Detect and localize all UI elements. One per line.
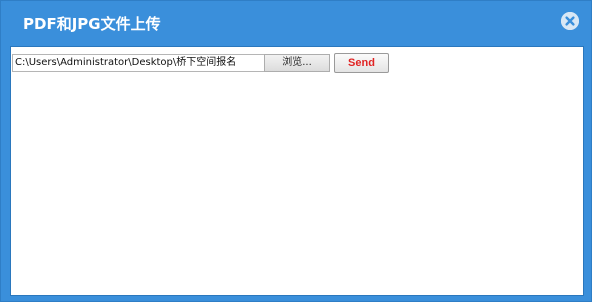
browse-button[interactable]: 浏览... bbox=[264, 54, 330, 72]
file-path-field[interactable]: C:\Users\Administrator\Desktop\桥下空间报名 bbox=[12, 54, 264, 72]
send-button[interactable]: Send bbox=[334, 53, 389, 73]
close-icon[interactable] bbox=[561, 12, 579, 30]
upload-dialog: PDF和JPG文件上传 C:\Users\Administrator\Deskt… bbox=[0, 0, 592, 302]
dialog-content: C:\Users\Administrator\Desktop\桥下空间报名 浏览… bbox=[10, 46, 584, 296]
file-upload-row: C:\Users\Administrator\Desktop\桥下空间报名 浏览… bbox=[12, 53, 389, 73]
dialog-titlebar: PDF和JPG文件上传 bbox=[1, 1, 591, 43]
dialog-title: PDF和JPG文件上传 bbox=[23, 15, 161, 33]
